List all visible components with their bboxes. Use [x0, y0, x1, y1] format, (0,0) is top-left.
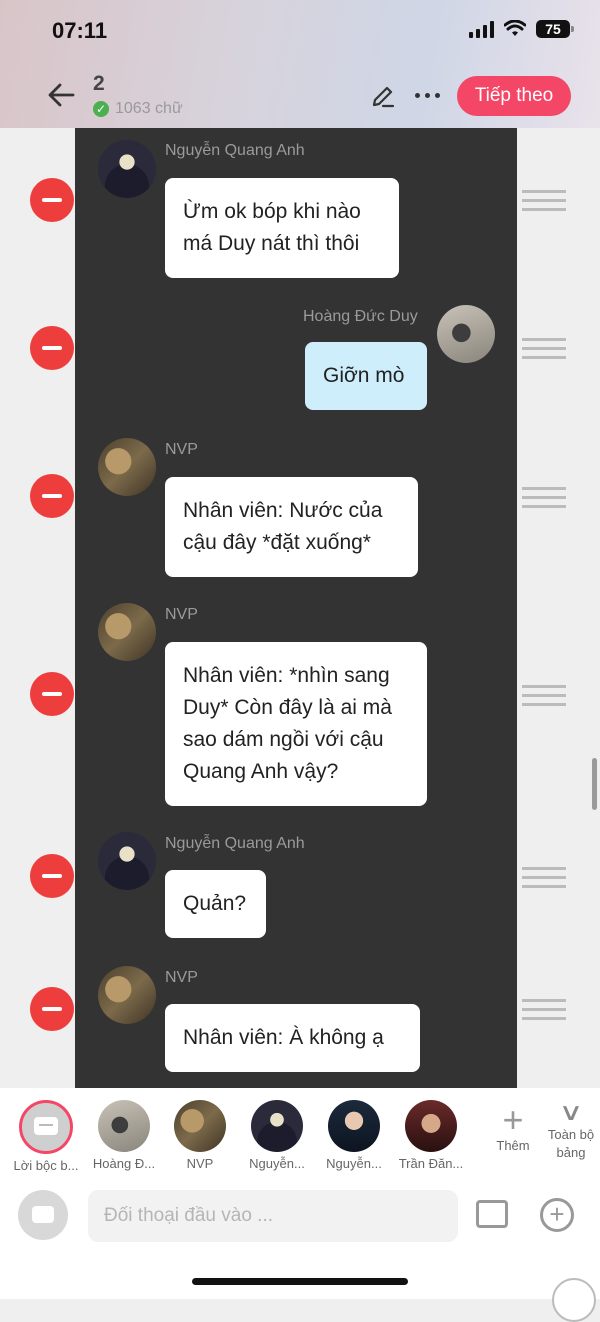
character-narrator[interactable]: Lời bộc b...: [10, 1100, 82, 1173]
speaker-name: Nguyễn Quang Anh: [165, 142, 305, 159]
image-icon[interactable]: [476, 1200, 508, 1228]
narration-icon: [34, 1117, 58, 1135]
message-bubble[interactable]: Ừm ok bóp khi nào má Duy nát thì thôi: [165, 178, 399, 278]
avatar: [98, 1100, 150, 1152]
word-count: ✓ 1063 chữ: [93, 100, 183, 118]
speaker-name: NVP: [165, 969, 198, 986]
battery-indicator: 75: [536, 20, 574, 38]
message-bubble-own[interactable]: Giỡn mò: [305, 342, 427, 410]
more-options-icon[interactable]: [410, 82, 444, 108]
delete-message-button[interactable]: [30, 178, 74, 222]
character-label: Lời bộc b...: [13, 1158, 79, 1173]
back-arrow-icon[interactable]: [46, 80, 76, 110]
character-nvp[interactable]: NVP: [164, 1100, 236, 1171]
avatar-nvp: [98, 438, 156, 496]
delete-message-button[interactable]: [30, 854, 74, 898]
delete-message-button[interactable]: [30, 326, 74, 370]
full-board-button[interactable]: ∨ Toàn bộ bảng: [542, 1100, 600, 1162]
avatar-nguyen-quang-anh: [98, 832, 156, 890]
status-time: 07:11: [52, 18, 108, 43]
message-bubble[interactable]: Nhân viên: À không ạ: [165, 1004, 420, 1072]
character-label: Nguyễn...: [326, 1156, 382, 1171]
message-bubble[interactable]: Quản?: [165, 870, 266, 938]
drag-handle-icon[interactable]: [522, 685, 566, 707]
delete-message-button[interactable]: [30, 987, 74, 1031]
avatar-hoang-duc-duy: [437, 305, 495, 363]
drag-handle-icon[interactable]: [522, 190, 566, 212]
status-icons: 75: [469, 20, 574, 38]
drag-handle-icon[interactable]: [522, 338, 566, 360]
add-character-label: Thêm: [496, 1138, 530, 1153]
home-indicator: [192, 1278, 408, 1285]
character-picker: Lời bộc b... Hoàng Đ... NVP Nguyễn... Ng…: [0, 1088, 600, 1174]
speaker-name: NVP: [165, 441, 198, 458]
narrator-avatar: [19, 1100, 73, 1154]
avatar: [405, 1100, 457, 1152]
delete-message-button[interactable]: [30, 672, 74, 716]
check-icon: ✓: [93, 101, 109, 117]
speaker-name: Nguyễn Quang Anh: [165, 835, 305, 852]
edit-pen-icon[interactable]: [370, 83, 396, 109]
message-bubble[interactable]: Nhân viên: Nước của cậu đây *đặt xuống*: [165, 477, 418, 577]
chevron-down-icon: ∨: [558, 1099, 584, 1126]
character-label: Trần Đăn...: [398, 1156, 464, 1171]
avatar: [251, 1100, 303, 1152]
avatar: [174, 1100, 226, 1152]
character-nguyen-2[interactable]: Nguyễn...: [318, 1100, 390, 1171]
chapter-number: 2: [93, 72, 105, 95]
top-bar: 07:11 75 2 ✓ 1063 chữ Tiếp theo: [0, 0, 600, 128]
avatar-nguyen-quang-anh: [98, 140, 156, 198]
input-bar: Đối thoại đầu vào ... +: [0, 1174, 600, 1322]
drag-handle-icon[interactable]: [522, 999, 566, 1021]
character-label: Hoàng Đ...: [92, 1156, 156, 1171]
wifi-icon: [504, 20, 526, 36]
speaker-name: Hoàng Đức Duy: [303, 308, 418, 325]
avatar-nvp: [98, 966, 156, 1024]
drag-handle-icon[interactable]: [522, 867, 566, 889]
speaker-name: NVP: [165, 606, 198, 623]
scrollbar[interactable]: [592, 758, 597, 810]
avatar: [328, 1100, 380, 1152]
add-icon[interactable]: +: [540, 1198, 574, 1232]
cellular-signal-icon: [469, 20, 494, 38]
character-label: NVP: [186, 1156, 214, 1171]
character-nguyen-quang-anh[interactable]: Nguyễn...: [241, 1100, 313, 1171]
character-tran-dang[interactable]: Trần Đăn...: [395, 1100, 467, 1171]
word-count-text: 1063 chữ: [115, 100, 183, 117]
chat-area: Nguyễn Quang Anh Ừm ok bóp khi nào má Du…: [75, 128, 517, 1088]
character-hoang-duc-duy[interactable]: Hoàng Đ...: [88, 1100, 160, 1171]
character-label: Nguyễn...: [249, 1156, 305, 1171]
drag-handle-icon[interactable]: [522, 487, 566, 509]
full-board-label: Toàn bộ bảng: [547, 1127, 595, 1160]
next-button[interactable]: Tiếp theo: [457, 76, 571, 116]
upload-icon[interactable]: [552, 1278, 596, 1322]
message-bubble[interactable]: Nhân viên: *nhìn sang Duy* Còn đây là ai…: [165, 642, 427, 806]
narration-toggle-button[interactable]: [18, 1190, 68, 1240]
dialogue-input[interactable]: Đối thoại đầu vào ...: [88, 1190, 458, 1242]
delete-message-button[interactable]: [30, 474, 74, 518]
avatar-nvp: [98, 603, 156, 661]
